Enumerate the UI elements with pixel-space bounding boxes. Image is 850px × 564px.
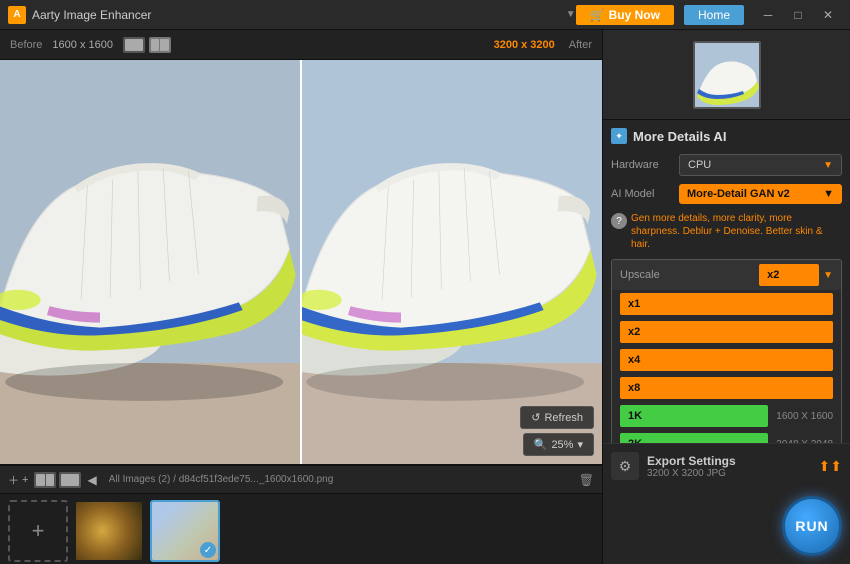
- add-icon: ＋: [8, 472, 19, 488]
- split-divider: [300, 60, 302, 464]
- preview-thumbnail-area: [603, 30, 850, 120]
- after-label: After: [569, 39, 592, 51]
- output-size: 3200 x 3200: [494, 39, 555, 51]
- filmstrip-items: + ✓: [0, 494, 602, 564]
- split-view-icon[interactable]: [149, 37, 171, 53]
- upscale-option-x4[interactable]: x4: [612, 346, 841, 374]
- export-section: ⚙ Export Settings 3200 X 3200 JPG ⬆⬆: [603, 443, 850, 488]
- close-button[interactable]: ✕: [814, 4, 842, 26]
- ai-model-arrow: ▼: [823, 188, 834, 200]
- preview-svg: [695, 43, 759, 107]
- file-path: All Images (2) / d84cf51f3ede75..._1600x…: [109, 474, 567, 485]
- refresh-button[interactable]: ↺ Refresh: [520, 406, 594, 429]
- thumbnail-1[interactable]: [74, 500, 144, 562]
- section-icon: ✦: [611, 128, 627, 144]
- hint-row: ? Gen more details, more clarity, more s…: [611, 212, 842, 251]
- run-button[interactable]: RUN: [782, 496, 842, 556]
- hint-text: Gen more details, more clarity, more sha…: [631, 212, 842, 251]
- ai-model-button[interactable]: More-Detail GAN v2 ▼: [679, 184, 842, 204]
- upscale-option-x2[interactable]: x2: [612, 318, 841, 346]
- run-area: RUN: [603, 488, 850, 564]
- right-panel: ✦ More Details AI Hardware CPU ▼ AI Mode…: [602, 30, 850, 564]
- image-panel: Before 1600 x 1600 3200 x 3200 After: [0, 30, 602, 564]
- ai-model-row: AI Model More-Detail GAN v2 ▼: [611, 184, 842, 204]
- add-thumbnail-button[interactable]: +: [8, 500, 68, 562]
- section-title: More Details AI: [633, 129, 726, 144]
- export-info: Export Settings 3200 X 3200 JPG: [647, 454, 811, 479]
- image-canvas: ↺ Refresh 🔍 25% ▾: [0, 60, 602, 464]
- upscale-option-x1[interactable]: x1: [612, 290, 841, 318]
- refresh-icon: ↺: [531, 411, 540, 424]
- buy-now-button[interactable]: 🛒 Buy Now: [576, 5, 674, 25]
- cart-icon: 🛒: [590, 8, 605, 22]
- list-view-button[interactable]: [59, 472, 81, 488]
- title-arrow: ▼: [566, 9, 576, 20]
- filmstrip-toolbar: ＋ + ◀ All Images (2) / d84cf51f3ede75...…: [0, 466, 602, 494]
- add-image-button[interactable]: ＋ +: [8, 472, 28, 488]
- hardware-label: Hardware: [611, 159, 673, 171]
- main-container: Before 1600 x 1600 3200 x 3200 After: [0, 30, 850, 564]
- upscale-option-2k[interactable]: 2K2048 X 2048: [612, 430, 841, 443]
- window-controls: ─ □ ✕: [754, 4, 842, 26]
- export-icon: ⚙: [611, 452, 639, 480]
- thumbnail-2-check: ✓: [200, 542, 216, 558]
- title-bar: A Aarty Image Enhancer ▼ 🛒 Buy Now Home …: [0, 0, 850, 30]
- app-logo: A: [8, 6, 26, 24]
- zoom-button[interactable]: 🔍 25% ▾: [523, 433, 594, 456]
- after-svg: [301, 60, 602, 464]
- home-button[interactable]: Home: [684, 5, 744, 25]
- zoom-icon: 🔍: [534, 438, 548, 451]
- upscale-option-x8[interactable]: x8: [612, 374, 841, 402]
- hardware-row: Hardware CPU ▼: [611, 154, 842, 176]
- after-image: [301, 60, 602, 464]
- before-label: Before: [10, 39, 42, 51]
- upscale-header[interactable]: Upscale x2 ▼: [612, 260, 841, 290]
- before-size: 1600 x 1600: [52, 39, 113, 51]
- upscale-label: Upscale: [620, 269, 660, 281]
- settings-area: ✦ More Details AI Hardware CPU ▼ AI Mode…: [603, 120, 850, 443]
- thumbnail-1-image: [76, 502, 142, 560]
- minimize-button[interactable]: ─: [754, 4, 782, 26]
- zoom-dropdown-icon: ▾: [577, 438, 583, 451]
- maximize-button[interactable]: □: [784, 4, 812, 26]
- export-title: Export Settings: [647, 454, 811, 468]
- view-toggle: [123, 37, 171, 53]
- upscale-selected-value: x2: [759, 264, 819, 286]
- before-svg: [0, 60, 301, 464]
- preview-thumbnail: [693, 41, 761, 109]
- filmstrip: ＋ + ◀ All Images (2) / d84cf51f3ede75...…: [0, 464, 602, 564]
- grid-view-button[interactable]: [34, 472, 56, 488]
- upscale-option-1k[interactable]: 1K1600 X 1600: [612, 402, 841, 430]
- image-toolbar: Before 1600 x 1600 3200 x 3200 After: [0, 30, 602, 60]
- export-details: 3200 X 3200 JPG: [647, 468, 811, 479]
- upscale-dropdown-arrow: ▼: [823, 270, 833, 281]
- ai-model-label: AI Model: [611, 188, 673, 200]
- plus-icon: +: [32, 518, 45, 544]
- thumbnail-2[interactable]: ✓: [150, 500, 220, 562]
- back-arrow[interactable]: ◀: [87, 473, 96, 487]
- hint-icon: ?: [611, 213, 627, 229]
- single-view-icon[interactable]: [123, 37, 145, 53]
- export-expand-button[interactable]: ⬆⬆: [819, 458, 842, 475]
- app-title: Aarty Image Enhancer: [32, 8, 562, 22]
- upscale-dropdown: Upscale x2 ▼ x1 x2 x4 x8 1K1600 X 1600 2…: [611, 259, 842, 443]
- before-image: [0, 60, 301, 464]
- canvas-controls: ↺ Refresh 🔍 25% ▾: [520, 406, 594, 456]
- view-mode-buttons: [34, 472, 81, 488]
- section-title-row: ✦ More Details AI: [611, 128, 842, 144]
- hardware-select[interactable]: CPU ▼: [679, 154, 842, 176]
- hardware-dropdown-arrow: ▼: [823, 160, 833, 171]
- delete-button[interactable]: 🗑: [579, 473, 594, 487]
